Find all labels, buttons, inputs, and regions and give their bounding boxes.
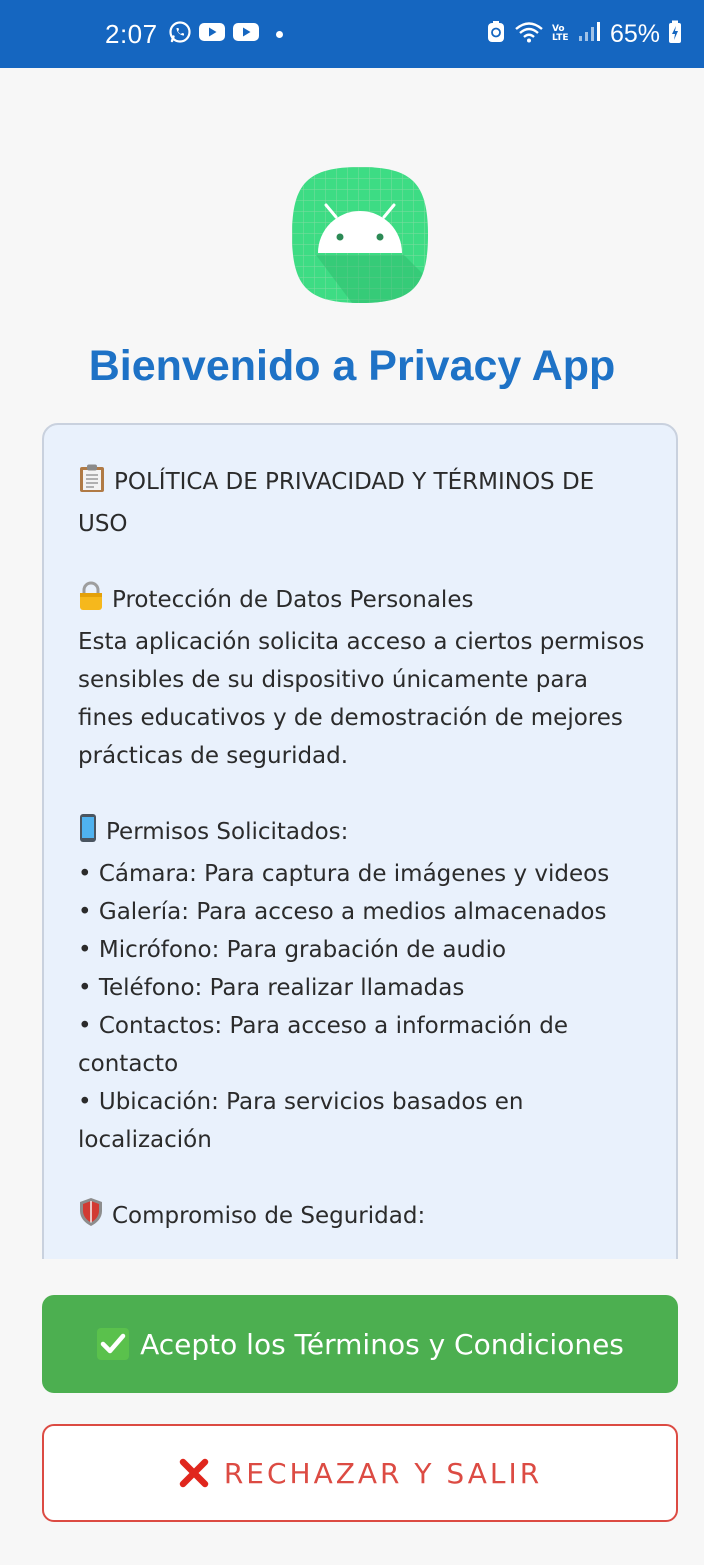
check-mark-icon	[96, 1327, 130, 1361]
permission-item: • Teléfono: Para realizar llamadas	[78, 975, 465, 1001]
cross-mark-icon	[178, 1457, 210, 1489]
volte-icon: Vo LTE	[552, 25, 570, 43]
signal-icon	[578, 21, 600, 48]
battery-icon	[668, 20, 682, 49]
section-body-data-protection: Esta aplicación solicita acceso a cierto…	[78, 629, 645, 769]
policy-scroll-panel[interactable]: POLÍTICA DE PRIVACIDAD Y TÉRMINOS DE USO…	[42, 423, 678, 1323]
section-title-data-protection: Protección de Datos Personales	[112, 587, 474, 613]
section-title-row: Compromiso de Seguridad:	[78, 1197, 646, 1239]
phone-icon	[78, 813, 98, 855]
youtube-icon	[232, 21, 260, 48]
reject-label: RECHAZAR Y SALIR	[223, 1456, 543, 1490]
status-time: 2:07	[105, 18, 158, 49]
clipboard-icon	[78, 463, 106, 505]
accept-terms-button[interactable]: Acepto los Términos y Condiciones	[42, 1295, 678, 1393]
battery-percent: 65%	[609, 19, 660, 48]
wifi-icon	[514, 20, 544, 49]
permission-item: • Ubicación: Para servicios basados en l…	[78, 1089, 524, 1153]
status-right: Vo LTE 65%	[486, 0, 682, 68]
permission-item: • Micrófono: Para grabación de audio	[78, 937, 507, 963]
android-app-icon	[292, 167, 428, 303]
policy-content: POLÍTICA DE PRIVACIDAD Y TÉRMINOS DE USO…	[44, 425, 676, 1239]
lock-icon	[78, 581, 104, 623]
youtube-icon	[198, 21, 226, 48]
accept-label: Acepto los Términos y Condiciones	[140, 1327, 624, 1361]
notification-dot-icon	[275, 30, 283, 38]
reject-exit-button[interactable]: RECHAZAR Y SALIR	[42, 1424, 678, 1522]
section-title-row: Protección de Datos Personales	[78, 581, 646, 623]
permission-item: • Galería: Para acceso a medios almacena…	[78, 899, 607, 925]
policy-heading-row: POLÍTICA DE PRIVACIDAD Y TÉRMINOS DE USO	[78, 463, 646, 543]
page-title: Bienvenido a Privacy App	[88, 342, 616, 390]
whatsapp-icon	[168, 20, 192, 49]
section-title-permissions: Permisos Solicitados:	[106, 819, 349, 845]
status-bar: 2:07 Vo LTE 65%	[0, 0, 704, 68]
section-title-security: Compromiso de Seguridad:	[112, 1203, 426, 1229]
sync-icon	[486, 20, 506, 49]
shield-icon	[78, 1197, 104, 1239]
status-left: 2:07	[105, 0, 283, 68]
policy-heading: POLÍTICA DE PRIVACIDAD Y TÉRMINOS DE USO	[78, 469, 595, 537]
section-title-row: Permisos Solicitados:	[78, 813, 646, 855]
permission-item: • Contactos: Para acceso a información d…	[78, 1013, 569, 1077]
volte-label: Vo LTE	[551, 24, 569, 43]
permission-item: • Cámara: Para captura de imágenes y vid…	[78, 861, 610, 887]
